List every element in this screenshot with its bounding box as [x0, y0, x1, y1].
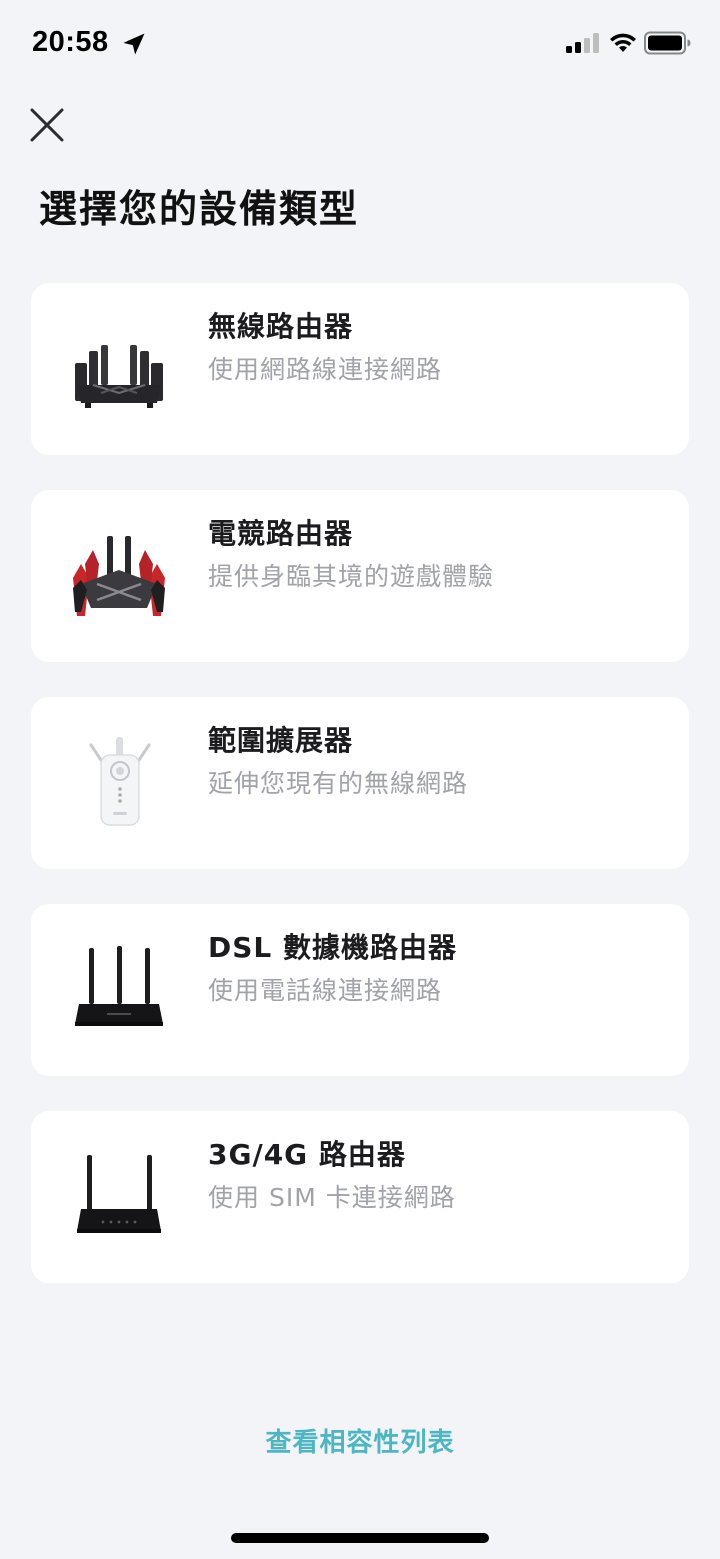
device-subtitle: 延伸您現有的無線網路	[208, 769, 469, 798]
location-arrow-icon	[123, 33, 145, 55]
device-card-gaming-router[interactable]: 電競路由器 提供身臨其境的遊戲體驗	[31, 490, 689, 662]
lte-router-image	[77, 1155, 161, 1233]
device-card-range-extender[interactable]: 範圍擴展器 延伸您現有的無線網路	[31, 697, 689, 869]
gaming-router-image	[73, 536, 165, 616]
close-button[interactable]	[24, 102, 70, 148]
device-card-wireless-router[interactable]: 無線路由器 使用網路線連接網路	[31, 283, 689, 455]
close-icon	[30, 108, 64, 142]
status-time: 20:58	[32, 26, 109, 58]
signal-icon	[566, 33, 599, 53]
device-title: DSL 數據機路由器	[208, 931, 457, 964]
device-title: 範圍擴展器	[208, 724, 354, 757]
device-subtitle: 使用網路線連接網路	[208, 355, 443, 384]
device-type-list: 無線路由器 使用網路線連接網路 電競路由器 提供身臨其境的遊戲體驗 範圍擴展器 …	[31, 283, 689, 1318]
range-extender-image	[89, 737, 151, 826]
device-card-lte-router[interactable]: 3G/4G 路由器 使用 SIM 卡連接網路	[31, 1111, 689, 1283]
device-title: 3G/4G 路由器	[208, 1138, 406, 1171]
device-title: 無線路由器	[208, 310, 354, 343]
device-title: 電競路由器	[208, 517, 354, 550]
dsl-modem-router-image	[75, 946, 163, 1026]
device-subtitle: 提供身臨其境的遊戲體驗	[208, 562, 495, 591]
page-title: 選擇您的設備類型	[39, 187, 360, 231]
wireless-router-image	[75, 345, 163, 408]
device-subtitle: 使用 SIM 卡連接網路	[208, 1183, 456, 1212]
home-indicator[interactable]	[231, 1533, 489, 1543]
device-subtitle: 使用電話線連接網路	[208, 976, 443, 1005]
device-card-dsl-modem-router[interactable]: DSL 數據機路由器 使用電話線連接網路	[31, 904, 689, 1076]
wifi-icon	[610, 33, 636, 52]
status-bar: 20:58	[0, 0, 720, 88]
battery-icon	[644, 31, 691, 55]
compatibility-list-link[interactable]: 查看相容性列表	[0, 1422, 720, 1459]
